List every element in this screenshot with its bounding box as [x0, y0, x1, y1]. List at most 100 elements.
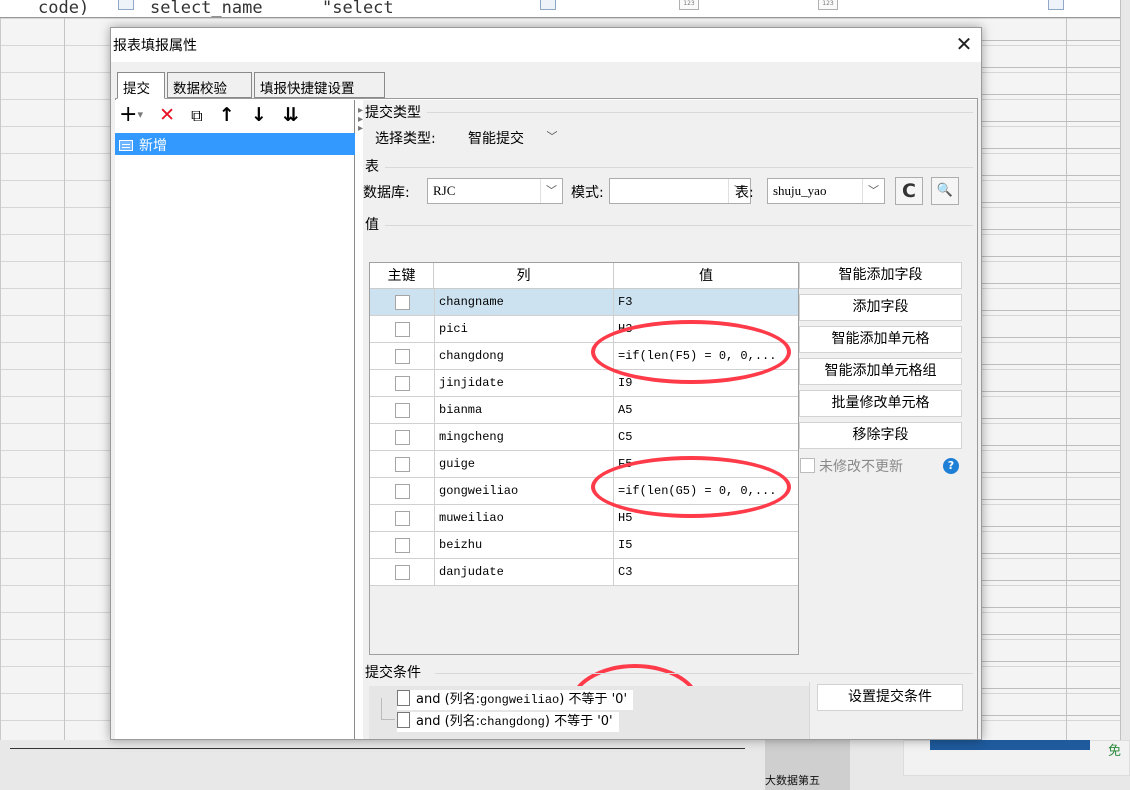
sheet-tab[interactable]: 大数据第五 — [765, 740, 850, 790]
table-row[interactable]: mingcheng C5 — [370, 424, 798, 451]
sheet-top-row: code) select_name "select 123 123 — [0, 0, 1130, 18]
chevron-down-icon: ﹀ — [540, 179, 562, 203]
submit-action-tree: +▾ ✕ ⧉ ↑ ↓ ⇊ 新增 — [115, 100, 355, 739]
header-value[interactable]: 值 — [614, 263, 798, 289]
value-cell[interactable]: C3 — [614, 559, 798, 586]
table-row[interactable]: danjudate C3 — [370, 559, 798, 586]
table-row[interactable]: changname F3 — [370, 289, 798, 316]
document-icon — [397, 712, 410, 728]
primary-key-checkbox[interactable] — [395, 511, 410, 526]
primary-key-checkbox[interactable] — [395, 484, 410, 499]
smart-add-cell-button[interactable]: 智能添加单元格 — [799, 326, 962, 353]
value-cell[interactable]: C5 — [614, 424, 798, 451]
column-name-cell[interactable]: beizhu — [434, 532, 614, 559]
batch-modify-cell-button[interactable]: 批量修改单元格 — [799, 390, 962, 417]
table-header: 主键 列 值 — [370, 263, 798, 289]
help-icon[interactable]: ? — [943, 458, 959, 474]
tab-submit[interactable]: 提交 — [117, 72, 165, 99]
value-cell[interactable]: A5 — [614, 397, 798, 424]
number-cell-icon[interactable]: 123 — [818, 0, 838, 10]
primary-key-checkbox[interactable] — [395, 295, 410, 310]
number-cell-icon[interactable]: 123 — [679, 0, 699, 10]
copy-icon[interactable]: ⧉ — [191, 105, 202, 127]
primary-key-checkbox[interactable] — [395, 349, 410, 364]
text-cell-icon[interactable] — [1048, 0, 1064, 10]
move-down-icon[interactable]: ↓ — [251, 104, 267, 126]
schema-label: 模式: — [571, 185, 604, 201]
sort-icon[interactable]: ⇊ — [283, 104, 299, 126]
condition-item[interactable]: and (列名:changdong) 不等于 '0' — [397, 712, 619, 732]
primary-key-checkbox[interactable] — [395, 565, 410, 580]
add-icon[interactable]: +▾ — [119, 104, 143, 126]
column-name-cell[interactable]: muweiliao — [434, 505, 614, 532]
column-name-cell[interactable]: changdong — [434, 343, 614, 370]
smart-add-cell-group-button[interactable]: 智能添加单元格组 — [799, 358, 962, 385]
header-primary-key[interactable]: 主键 — [370, 263, 434, 289]
column-name-cell[interactable]: guige — [434, 451, 614, 478]
delete-icon[interactable]: ✕ — [159, 104, 175, 126]
tree-item-add[interactable]: 新增 — [115, 133, 355, 155]
section-submit-condition: 提交条件 — [365, 665, 421, 681]
primary-key-checkbox[interactable] — [395, 322, 410, 337]
section-table: 表 — [365, 159, 379, 175]
tab-shortcut-settings[interactable]: 填报快捷键设置 — [254, 72, 385, 98]
column-name-cell[interactable]: bianma — [434, 397, 614, 424]
dialog-titlebar[interactable]: 报表填报属性 ✕ — [111, 28, 981, 62]
column-name-cell[interactable]: gongweiliao — [434, 478, 614, 505]
close-button[interactable]: ✕ — [951, 30, 977, 58]
submit-type-label: 选择类型: — [375, 131, 436, 147]
bottom-area: 大数据第五 免 — [0, 740, 1130, 790]
submit-settings-pane: 提交类型 选择类型: 智能提交 ﹀ 表 数据库: RJC ﹀ 模式: ﹀ 表: … — [363, 100, 977, 739]
refresh-icon[interactable]: C — [895, 177, 923, 205]
column-name-cell[interactable]: pici — [434, 316, 614, 343]
table-row[interactable]: beizhu I5 — [370, 532, 798, 559]
sheet-scrollbar[interactable] — [1120, 0, 1130, 740]
document-icon — [397, 690, 410, 706]
section-submit-type: 提交类型 — [365, 105, 421, 121]
dialog-title: 报表填报属性 — [113, 38, 197, 54]
move-up-icon[interactable]: ↑ — [219, 104, 235, 126]
primary-key-checkbox[interactable] — [395, 430, 410, 445]
table-row[interactable]: bianma A5 — [370, 397, 798, 424]
smart-add-field-button[interactable]: 智能添加字段 — [799, 262, 962, 289]
sheet-tab-label: 大数据第五 — [765, 774, 820, 787]
primary-key-checkbox[interactable] — [395, 376, 410, 391]
primary-key-checkbox[interactable] — [395, 538, 410, 553]
submit-condition-tree: and (列名:gongweiliao) 不等于 '0' and (列名:cha… — [369, 686, 809, 739]
header-column[interactable]: 列 — [434, 263, 614, 289]
column-name-cell[interactable]: changname — [434, 289, 614, 316]
table-select[interactable]: shuju_yao ﹀ — [767, 178, 885, 204]
chevron-down-icon: ﹀ — [862, 179, 884, 203]
splitter-handle[interactable]: ▸ ▸ ▸ — [358, 106, 363, 134]
value-cell[interactable]: I5 — [614, 532, 798, 559]
column-name-cell[interactable]: jinjidate — [434, 370, 614, 397]
tree-toolbar: +▾ ✕ ⧉ ↑ ↓ ⇊ — [119, 104, 311, 128]
chevron-down-icon: ﹀ — [546, 130, 558, 143]
primary-key-checkbox[interactable] — [395, 403, 410, 418]
add-field-button[interactable]: 添加字段 — [799, 294, 962, 321]
side-card-banner — [930, 740, 1090, 750]
table-label: 表: — [735, 185, 754, 201]
submit-type-select[interactable]: 智能提交 ﹀ — [463, 125, 563, 151]
free-label: 免 — [1108, 744, 1122, 759]
schema-select[interactable]: ﹀ — [609, 178, 751, 204]
set-submit-condition-button[interactable]: 设置提交条件 — [817, 684, 963, 711]
preview-icon[interactable]: 🔍 — [931, 177, 959, 205]
condition-item[interactable]: and (列名:gongweiliao) 不等于 '0' — [397, 690, 634, 710]
tab-data-validation[interactable]: 数据校验 — [167, 72, 252, 98]
tree-item-label: 新增 — [139, 138, 167, 154]
database-label: 数据库: — [363, 185, 410, 201]
dropdown-cell-icon[interactable] — [540, 0, 556, 10]
no-update-unmodified-checkbox[interactable] — [800, 458, 815, 473]
sheet-cell-text: code) — [38, 0, 90, 18]
primary-key-checkbox[interactable] — [395, 457, 410, 472]
form-icon — [119, 140, 133, 151]
column-name-cell[interactable]: mingcheng — [434, 424, 614, 451]
value-cell[interactable]: F3 — [614, 289, 798, 316]
dropdown-cell-icon[interactable] — [118, 0, 134, 10]
sheet-cell-text: select_name — [150, 0, 263, 18]
database-select[interactable]: RJC ﹀ — [427, 178, 563, 204]
column-name-cell[interactable]: danjudate — [434, 559, 614, 586]
highlight-circle — [591, 320, 791, 384]
remove-field-button[interactable]: 移除字段 — [799, 422, 962, 449]
